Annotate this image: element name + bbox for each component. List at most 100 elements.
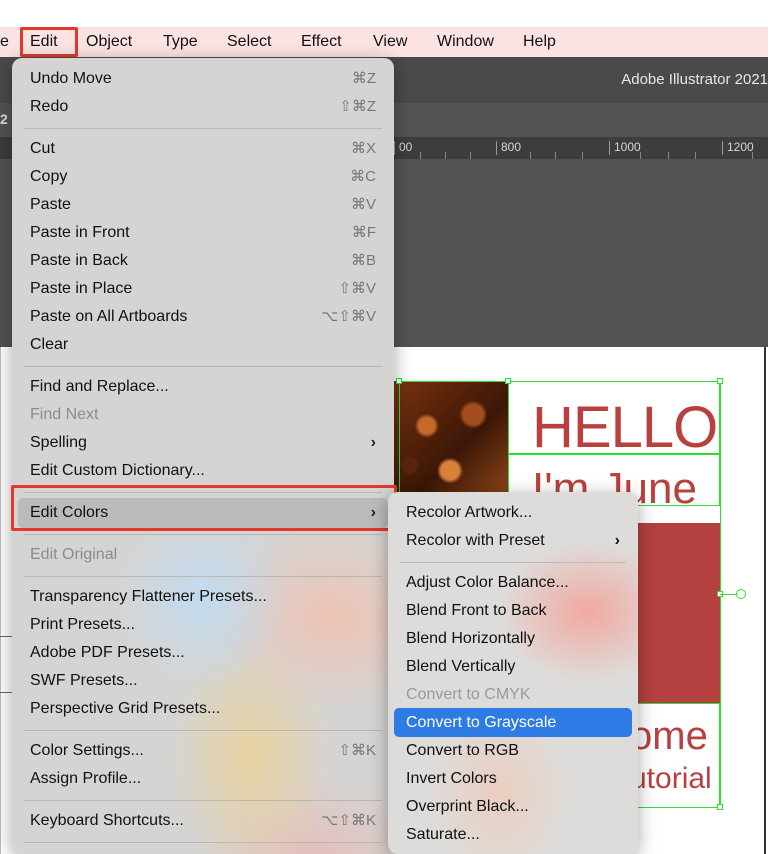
rotate-handle[interactable]: [736, 589, 746, 599]
app-title: Adobe Illustrator 2021: [621, 71, 768, 88]
menu-item-label: Convert to CMYK: [406, 686, 531, 703]
ruler-label: 800: [496, 141, 521, 155]
menu-item-label: Clear: [30, 336, 69, 353]
shortcut-label: ⌘B: [350, 252, 376, 269]
ruler-tick: [470, 152, 471, 159]
rotate-handle-stem: [720, 594, 736, 595]
menu-item-label: Spelling: [30, 434, 87, 451]
menu-item-label: Convert to RGB: [406, 742, 519, 759]
menu-item-label: Overprint Black...: [406, 798, 529, 815]
submenu-item-adjust-color-balance[interactable]: Adjust Color Balance...: [388, 569, 638, 597]
menu-item-redo[interactable]: Redo ⇧⌘Z: [12, 93, 394, 121]
edit-colors-highlight-box: [11, 485, 397, 531]
menu-item-assign-profile[interactable]: Assign Profile...: [12, 765, 394, 793]
menu-file-partial[interactable]: e: [0, 27, 9, 57]
menu-effect[interactable]: Effect: [301, 27, 342, 57]
menu-item-label: Paste: [30, 196, 71, 213]
submenu-item-recolor-with-preset[interactable]: Recolor with Preset ›: [388, 527, 638, 555]
menu-select[interactable]: Select: [227, 27, 271, 57]
submenu-item-blend-front-to-back[interactable]: Blend Front to Back: [388, 597, 638, 625]
menu-item-label: Undo Move: [30, 70, 112, 87]
ruler-tick: [752, 152, 753, 159]
submenu-item-blend-vertically[interactable]: Blend Vertically: [388, 653, 638, 681]
menu-item-undo-move[interactable]: Undo Move ⌘Z: [12, 65, 394, 93]
selection-handle[interactable]: [505, 378, 511, 384]
menu-item-paste-on-all-artboards[interactable]: Paste on All Artboards ⌥⇧⌘V: [12, 303, 394, 331]
shortcut-label: ⌥⇧⌘K: [321, 812, 376, 829]
submenu-item-recolor-artwork[interactable]: Recolor Artwork...: [388, 499, 638, 527]
menu-item-label: Adobe PDF Presets...: [30, 644, 185, 661]
menu-item-label: Recolor with Preset: [406, 532, 545, 549]
menu-item-spelling[interactable]: Spelling ›: [12, 429, 394, 457]
menu-object[interactable]: Object: [86, 27, 132, 57]
menu-item-label: Print Presets...: [30, 616, 135, 633]
menu-item-label: Color Settings...: [30, 742, 144, 759]
menu-item-label: SWF Presets...: [30, 672, 138, 689]
menu-item-label: Adjust Color Balance...: [406, 574, 569, 591]
menu-item-label: Find and Replace...: [30, 378, 169, 395]
shortcut-label: ⌘Z: [351, 70, 376, 87]
menu-item-adobe-pdf-presets[interactable]: Adobe PDF Presets...: [12, 639, 394, 667]
menu-item-label: Redo: [30, 98, 69, 115]
submenu-item-invert-colors[interactable]: Invert Colors: [388, 765, 638, 793]
menu-separator: [24, 842, 382, 843]
menu-bar: e Edit Object Type Select Effect View Wi…: [0, 27, 768, 57]
shortcut-label: ⌘C: [350, 168, 376, 185]
menu-item-label: Blend Front to Back: [406, 602, 547, 619]
submenu-item-convert-to-grayscale[interactable]: Convert to Grayscale: [394, 708, 632, 737]
submenu-item-convert-to-rgb[interactable]: Convert to RGB: [388, 737, 638, 765]
menu-item-edit-original: Edit Original: [12, 541, 394, 569]
menu-view[interactable]: View: [373, 27, 407, 57]
menu-item-color-settings[interactable]: Color Settings... ⇧⌘K: [12, 737, 394, 765]
menu-window[interactable]: Window: [437, 27, 494, 57]
selection-handle[interactable]: [396, 378, 402, 384]
chevron-right-icon: ›: [614, 532, 620, 549]
ruler-tick: [582, 152, 583, 159]
menu-item-find-next: Find Next: [12, 401, 394, 429]
ruler-label: 1000: [609, 141, 641, 155]
shortcut-label: ⇧⌘Z: [339, 98, 376, 115]
shortcut-label: ⌘V: [350, 196, 376, 213]
submenu-item-overprint-black[interactable]: Overprint Black...: [388, 793, 638, 821]
menu-item-paste[interactable]: Paste ⌘V: [12, 191, 394, 219]
ruler-tick: [530, 152, 531, 159]
menu-item-label: Convert to Grayscale: [406, 714, 557, 731]
menu-type[interactable]: Type: [163, 27, 198, 57]
ruler-tick: [420, 152, 421, 159]
menu-item-label: Keyboard Shortcuts...: [30, 812, 184, 829]
menu-separator: [24, 128, 382, 129]
menu-item-keyboard-shortcuts[interactable]: Keyboard Shortcuts... ⌥⇧⌘K: [12, 807, 394, 835]
menu-item-label: Paste in Place: [30, 280, 133, 297]
menu-item-copy[interactable]: Copy ⌘C: [12, 163, 394, 191]
menu-separator: [24, 534, 382, 535]
menu-help[interactable]: Help: [523, 27, 556, 57]
welcome-text[interactable]: ome: [630, 712, 708, 760]
hello-heading[interactable]: HELLO: [532, 396, 718, 460]
menu-item-label: Cut: [30, 140, 55, 157]
menu-item-transparency-flattener-presets[interactable]: Transparency Flattener Presets...: [12, 583, 394, 611]
menu-separator: [24, 366, 382, 367]
ruler-tick: [555, 152, 556, 159]
submenu-item-blend-horizontally[interactable]: Blend Horizontally: [388, 625, 638, 653]
menu-item-swf-presets[interactable]: SWF Presets...: [12, 667, 394, 695]
menu-item-paste-in-back[interactable]: Paste in Back ⌘B: [12, 247, 394, 275]
menu-item-clear[interactable]: Clear: [12, 331, 394, 359]
menu-item-label: Find Next: [30, 406, 99, 423]
menu-item-find-and-replace[interactable]: Find and Replace...: [12, 373, 394, 401]
menu-item-perspective-grid-presets[interactable]: Perspective Grid Presets...: [12, 695, 394, 723]
menu-item-label: Invert Colors: [406, 770, 497, 787]
menu-item-print-presets[interactable]: Print Presets...: [12, 611, 394, 639]
menu-item-cut[interactable]: Cut ⌘X: [12, 135, 394, 163]
menu-item-paste-in-front[interactable]: Paste in Front ⌘F: [12, 219, 394, 247]
ruler-label: 1200: [722, 141, 754, 155]
selection-handle[interactable]: [717, 804, 723, 810]
selection-handle[interactable]: [717, 378, 723, 384]
ruler-tick: [640, 152, 641, 159]
submenu-item-saturate[interactable]: Saturate...: [388, 821, 638, 849]
shortcut-label: ⌘F: [351, 224, 376, 241]
menu-item-paste-in-place[interactable]: Paste in Place ⇧⌘V: [12, 275, 394, 303]
menu-item-edit-custom-dictionary[interactable]: Edit Custom Dictionary...: [12, 457, 394, 485]
document-tab[interactable]: 2: [0, 111, 8, 127]
menu-item-label: Edit Original: [30, 546, 118, 563]
tutorial-text[interactable]: utorial: [630, 762, 712, 796]
